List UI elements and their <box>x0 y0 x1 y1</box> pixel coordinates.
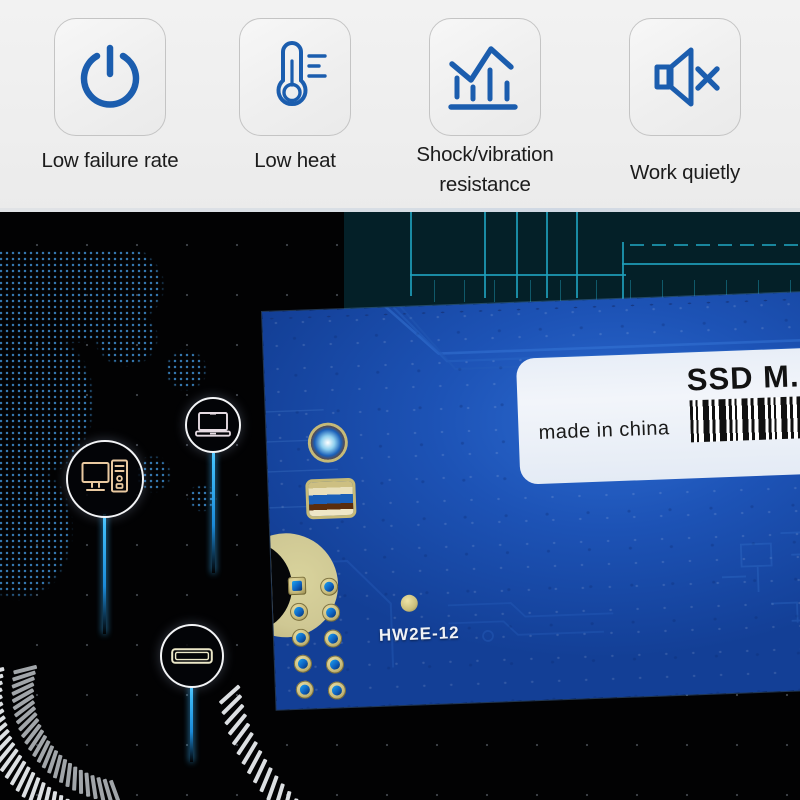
callout-bubble <box>185 397 241 453</box>
callout-stem <box>212 453 215 573</box>
feature-bar: Low failure rate Low heat Shock/vibratio… <box>0 0 800 212</box>
feature-label: Low failure rate <box>41 149 179 172</box>
callout-bubble <box>160 624 224 688</box>
feature-tile <box>239 18 351 136</box>
feature-tile <box>429 18 541 136</box>
ssd-stick-icon <box>171 648 213 664</box>
feature-label: Low heat <box>254 149 336 172</box>
barcode <box>689 392 800 443</box>
thermometer-icon <box>276 41 327 107</box>
feature-label: Shock/vibration resistance <box>385 140 585 200</box>
ssd-circuit-board: SSD M. made in china HW2E-12 <box>262 291 800 710</box>
feature-tile <box>54 18 166 136</box>
product-infographic: Low failure rate Low heat Shock/vibratio… <box>0 0 800 800</box>
product-label: SSD M. made in china <box>515 346 800 485</box>
feature-label-line1: Shock/vibration <box>416 143 554 166</box>
board-code: HW2E-12 <box>378 622 460 645</box>
feature-shock-vibration-resistance[interactable]: Shock/vibration resistance <box>385 0 585 212</box>
laptop-icon <box>195 412 231 437</box>
feature-tile <box>629 18 741 136</box>
product-hero-panel: SSD M. made in china HW2E-12 <box>0 212 800 800</box>
speaker-mute-icon <box>654 47 720 107</box>
feature-low-heat[interactable]: Low heat <box>195 0 395 212</box>
feature-work-quietly[interactable]: Work quietly <box>585 0 785 212</box>
label-title: SSD M. <box>686 358 800 398</box>
radial-dash-arc-outer <box>0 666 121 800</box>
chart-vibration-icon <box>448 46 518 110</box>
callout-stem <box>103 514 106 634</box>
label-origin: made in china <box>538 417 670 444</box>
feature-low-failure-rate[interactable]: Low failure rate <box>10 0 210 212</box>
power-icon <box>80 44 140 108</box>
callout-bubble <box>66 440 144 518</box>
desktop-computer-icon <box>81 459 128 493</box>
radial-dash-arc-inner <box>10 664 121 800</box>
pcb-component-square <box>308 480 354 517</box>
feature-label-line2: resistance <box>439 173 531 196</box>
pcb-pin <box>287 576 307 596</box>
callout-stem <box>190 686 193 762</box>
feature-label: Work quietly <box>629 161 740 184</box>
